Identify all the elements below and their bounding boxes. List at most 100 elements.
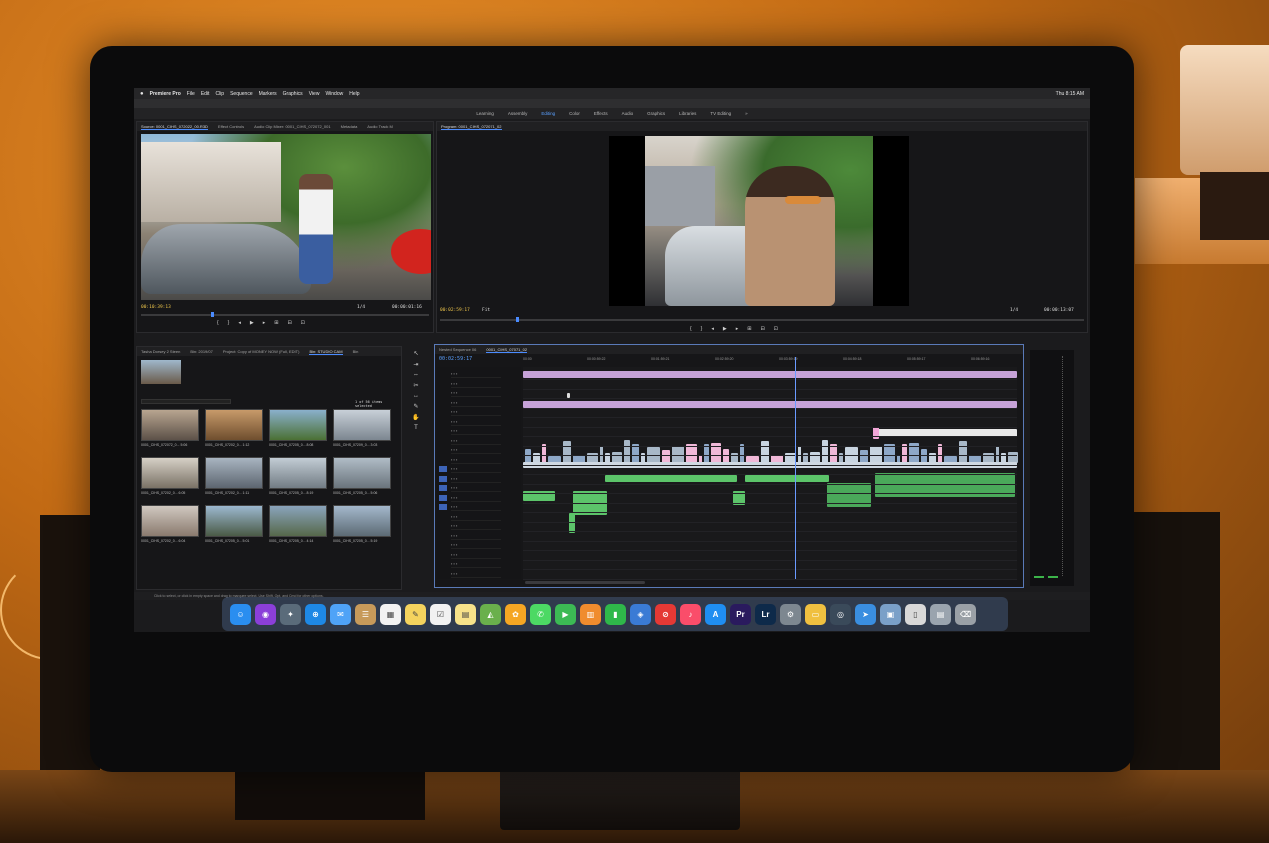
track-toggle-icon[interactable]: ▪ ▪ ▪	[451, 476, 457, 481]
clip-thumbnail[interactable]	[333, 457, 391, 489]
track-toggle-icon[interactable]: ▪ ▪ ▪	[451, 390, 457, 395]
clip-thumbnail[interactable]	[141, 457, 199, 489]
tab-sequence[interactable]: 0001_CIHS_07071_02	[486, 347, 528, 353]
track-header[interactable]: ▪ ▪ ▪	[439, 504, 501, 511]
program-timecode[interactable]: 00:02:59:17	[440, 308, 470, 313]
track-header[interactable]: ▪ ▪ ▪	[451, 419, 501, 426]
hand-tool-icon[interactable]: ✋	[412, 414, 419, 421]
menu-edit[interactable]: Edit	[201, 91, 210, 97]
track-toggle-icon[interactable]: ▪ ▪ ▪	[451, 371, 457, 376]
tab-metadata[interactable]: Metadata	[341, 124, 358, 129]
track-toggle-icon[interactable]: ▪ ▪ ▪	[451, 447, 457, 452]
time-ruler[interactable]: 00:00 00:00:59:22 00:01:59:21 00:02:59:20 00…	[523, 357, 1019, 365]
video-clip[interactable]	[921, 449, 927, 463]
tab-bin-5[interactable]: Bin	[353, 349, 359, 354]
audio-clip[interactable]	[605, 475, 737, 482]
track-header[interactable]: ▪ ▪ ▪	[439, 485, 501, 492]
workspace-graphics[interactable]: Graphics	[647, 111, 665, 116]
source-playhead[interactable]	[211, 312, 214, 317]
menu-file[interactable]: File	[187, 91, 195, 97]
bin-search-input[interactable]	[141, 399, 231, 404]
video-clip[interactable]	[938, 444, 942, 463]
numbers-icon[interactable]: ▮	[605, 603, 626, 625]
track-toggle-icon[interactable]: ▪ ▪ ▪	[451, 428, 457, 433]
video-clip[interactable]	[822, 440, 828, 463]
tab-source[interactable]: Source: 0001_CIHS_072022_00.R3D	[141, 124, 208, 130]
document-icon[interactable]: ▯	[905, 603, 926, 625]
clip-thumbnail[interactable]	[269, 505, 327, 537]
video-clip[interactable]	[563, 441, 571, 463]
timeline-tracks[interactable]	[523, 367, 1018, 580]
preview-icon[interactable]: ▣	[880, 603, 901, 625]
clip-thumbnail[interactable]	[333, 505, 391, 537]
extract-icon[interactable]: ⊟	[760, 326, 764, 332]
track-header[interactable]: ▪ ▪ ▪	[451, 400, 501, 407]
messages-icon[interactable]: ✆	[530, 603, 551, 625]
appstore-icon[interactable]: A	[705, 603, 726, 625]
stickies-icon[interactable]: ▤	[455, 603, 476, 625]
systemprefs-icon[interactable]: ⚙	[780, 603, 801, 625]
video-clip[interactable]	[830, 444, 837, 463]
finder-icon[interactable]: ☺	[230, 603, 251, 625]
program-fit-select[interactable]: Fit	[482, 308, 490, 313]
lightroom-icon[interactable]: Lr	[755, 603, 776, 625]
clip-thumbnail[interactable]	[205, 505, 263, 537]
tab-audio-clip-mixer[interactable]: Audio Clip Mixer: 0001_CIHS_072072_001	[254, 124, 331, 129]
workspace-assembly[interactable]: Assembly	[508, 111, 528, 116]
track-header[interactable]: ▪ ▪ ▪	[451, 390, 501, 397]
video-clip[interactable]	[632, 444, 639, 463]
airdrop-icon[interactable]: ➤	[855, 603, 876, 625]
video-clip[interactable]	[740, 444, 744, 463]
downloads-icon[interactable]: ▤	[930, 603, 951, 625]
track-header[interactable]: ▪ ▪ ▪	[451, 438, 501, 445]
mark-out-icon[interactable]: }	[701, 326, 703, 332]
source-fit-select[interactable]: 1/4	[357, 305, 365, 310]
tab-nested-sequence[interactable]: Nested Sequence 06	[439, 347, 476, 352]
notes-icon[interactable]: ✎	[405, 603, 426, 625]
track-target-toggle[interactable]	[439, 466, 447, 472]
folder-icon[interactable]: ▭	[805, 603, 826, 625]
clip-thumbnail[interactable]	[141, 505, 199, 537]
slip-tool-icon[interactable]: ↔	[413, 393, 419, 399]
track-toggle-icon[interactable]: ▪ ▪ ▪	[451, 381, 457, 386]
video-clip[interactable]	[761, 441, 769, 463]
overwrite-icon[interactable]: ⊟	[287, 320, 291, 326]
track-target-toggle[interactable]	[439, 485, 447, 491]
step-back-icon[interactable]: ◂	[711, 326, 714, 332]
video-clip[interactable]	[704, 444, 709, 463]
mark-out-icon[interactable]: }	[228, 320, 230, 326]
calendar-icon[interactable]: ▦	[380, 603, 401, 625]
source-video-frame[interactable]	[141, 134, 431, 300]
track-header[interactable]: ▪ ▪ ▪	[451, 523, 501, 530]
track-toggle-icon[interactable]: ▪ ▪ ▪	[451, 523, 457, 528]
lift-icon[interactable]: ⊞	[747, 326, 751, 332]
source-scrubber[interactable]	[141, 314, 429, 316]
track-header[interactable]: ▪ ▪ ▪	[451, 542, 501, 549]
photos-icon[interactable]: ✿	[505, 603, 526, 625]
track-header[interactable]: ▪ ▪ ▪	[439, 466, 501, 473]
program-scrubber[interactable]	[440, 319, 1084, 321]
track-header[interactable]: ▪ ▪ ▪	[451, 514, 501, 521]
mark-in-icon[interactable]: {	[690, 326, 692, 332]
export-frame-icon[interactable]: ⊡	[774, 326, 778, 332]
app-menu[interactable]: Premiere Pro	[150, 91, 181, 97]
track-toggle-icon[interactable]: ▪ ▪ ▪	[451, 438, 457, 443]
track-toggle-icon[interactable]: ▪ ▪ ▪	[451, 495, 457, 500]
workspace-tv-editing[interactable]: TV Editing	[710, 111, 731, 116]
track-header[interactable]: ▪ ▪ ▪	[451, 409, 501, 416]
play-icon[interactable]: ▶	[723, 326, 727, 332]
tab-studio-cam[interactable]: Bin: STUDIO CAM	[309, 349, 343, 355]
track-header[interactable]: ▪ ▪ ▪	[451, 552, 501, 559]
track-toggle-icon[interactable]: ▪ ▪ ▪	[451, 419, 457, 424]
menu-markers[interactable]: Markers	[259, 91, 277, 97]
track-header[interactable]: ▪ ▪ ▪	[451, 447, 501, 454]
ripple-edit-tool-icon[interactable]: ⇔	[413, 372, 419, 378]
timeline-zoom-scrollbar[interactable]	[525, 581, 645, 584]
workspace-learning[interactable]: Learning	[476, 111, 494, 116]
track-toggle-icon[interactable]: ▪ ▪ ▪	[451, 457, 457, 462]
menu-graphics[interactable]: Graphics	[283, 91, 303, 97]
track-header[interactable]: ▪ ▪ ▪	[451, 533, 501, 540]
video-clip[interactable]	[884, 444, 895, 463]
safari-icon[interactable]: ⊕	[305, 603, 326, 625]
track-header[interactable]: ▪ ▪ ▪	[451, 428, 501, 435]
